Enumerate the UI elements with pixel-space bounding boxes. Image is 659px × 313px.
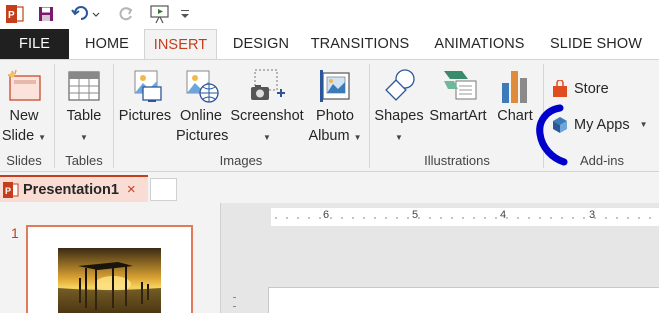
slide-number: 1 [11, 225, 19, 241]
group-divider [369, 64, 370, 168]
tab-file[interactable]: FILE [0, 29, 69, 59]
close-tab-icon[interactable]: × [127, 181, 136, 198]
smartart-icon [426, 66, 490, 106]
vertical-ruler [233, 293, 236, 313]
chevron-down-icon: ▼ [38, 133, 47, 142]
chevron-down-icon: ▼ [639, 120, 648, 129]
pictures-icon [116, 66, 174, 106]
group-label-illustrations: Illustrations [424, 153, 490, 168]
online-pictures-label-2: Pictures [176, 128, 229, 144]
ribbon-insert: New Slide ▼ Slides Table ▼ Tables Pictur… [0, 59, 659, 172]
quick-access-toolbar: P [0, 0, 659, 29]
table-label: Table [66, 108, 102, 124]
shapes-icon [372, 66, 426, 106]
screenshot-button[interactable]: Screenshot ▼ [228, 66, 306, 148]
blue-annotation-mark [536, 104, 568, 166]
table-icon [58, 66, 110, 106]
table-button[interactable]: Table ▼ [58, 66, 110, 148]
new-slide-button[interactable]: New Slide ▼ [0, 66, 48, 148]
slide-canvas[interactable] [268, 287, 659, 313]
ruler-label: 5 [412, 209, 419, 221]
screenshot-label: Screenshot [230, 108, 304, 124]
sunset-pier-image [58, 248, 161, 313]
my-apps-label: My Apps [574, 117, 630, 133]
photo-album-label-1: Photo [316, 108, 354, 124]
photo-album-label-2: Album [308, 128, 350, 144]
online-pictures-button[interactable]: Online Pictures [176, 66, 229, 146]
smartart-button[interactable]: SmartArt [426, 66, 490, 126]
new-tab-button[interactable] [150, 178, 177, 201]
ruler-label: 3 [589, 209, 596, 221]
new-slide-label-2: Slide [1, 128, 35, 144]
group-label-slides: Slides [6, 153, 42, 168]
online-pictures-icon [176, 66, 226, 106]
document-tab-bar: P Presentation1 × [0, 173, 659, 203]
store-button[interactable]: Store [550, 78, 618, 100]
undo-button[interactable] [70, 4, 104, 24]
chart-icon [492, 66, 538, 106]
new-slide-icon [0, 66, 48, 106]
save-icon[interactable] [36, 4, 56, 24]
svg-text:P: P [8, 10, 15, 21]
smartart-label: SmartArt [429, 108, 487, 124]
document-title: Presentation1 [23, 181, 119, 198]
chevron-down-icon: ▼ [263, 133, 271, 142]
ribbon-tabs: FILE HOME INSERT DESIGN TRANSITIONS ANIM… [0, 29, 659, 60]
chevron-down-icon: ▼ [395, 133, 403, 142]
customize-toolbar-icon[interactable] [178, 4, 192, 24]
store-label: Store [574, 81, 609, 97]
tab-design[interactable]: DESIGN [224, 29, 298, 59]
slide-editor: 6 5 4 3 [220, 203, 659, 313]
photo-album-button[interactable]: Photo Album ▼ [306, 66, 364, 148]
chevron-down-icon: ▼ [80, 133, 88, 142]
new-slide-label-1: New [9, 108, 39, 124]
screenshot-icon [228, 66, 306, 106]
tab-animations[interactable]: ANIMATIONS [425, 29, 534, 59]
powerpoint-logo-icon: P [4, 4, 26, 24]
undo-icon [71, 6, 100, 20]
ruler-label: 4 [500, 209, 507, 221]
pictures-label: Pictures [118, 108, 172, 124]
shapes-button[interactable]: Shapes ▼ [372, 66, 426, 148]
online-pictures-label-1: Online [180, 108, 222, 124]
tab-home[interactable]: HOME [76, 29, 138, 59]
document-tab[interactable]: P Presentation1 × [0, 175, 148, 202]
photo-album-icon [306, 66, 364, 106]
group-divider [113, 64, 114, 168]
ruler-label: 6 [323, 209, 330, 221]
slide-thumbnails-pane: 1 [0, 203, 220, 313]
store-icon [553, 80, 567, 97]
pictures-button[interactable]: Pictures [116, 66, 174, 126]
slide-thumbnail[interactable] [26, 225, 193, 313]
tab-insert[interactable]: INSERT [144, 29, 217, 60]
group-label-tables: Tables [65, 153, 103, 168]
tab-slide-show[interactable]: SLIDE SHOW [545, 29, 647, 59]
powerpoint-file-icon: P [3, 181, 19, 198]
start-from-beginning-icon[interactable] [148, 4, 172, 24]
redo-icon[interactable] [116, 4, 136, 24]
group-divider [54, 64, 55, 168]
horizontal-ruler: 6 5 4 3 [271, 208, 659, 226]
svg-text:P: P [5, 186, 11, 196]
chevron-down-icon: ▼ [353, 133, 362, 142]
shapes-label: Shapes [374, 108, 424, 124]
group-label-images: Images [219, 153, 263, 168]
tab-transitions[interactable]: TRANSITIONS [305, 29, 415, 59]
